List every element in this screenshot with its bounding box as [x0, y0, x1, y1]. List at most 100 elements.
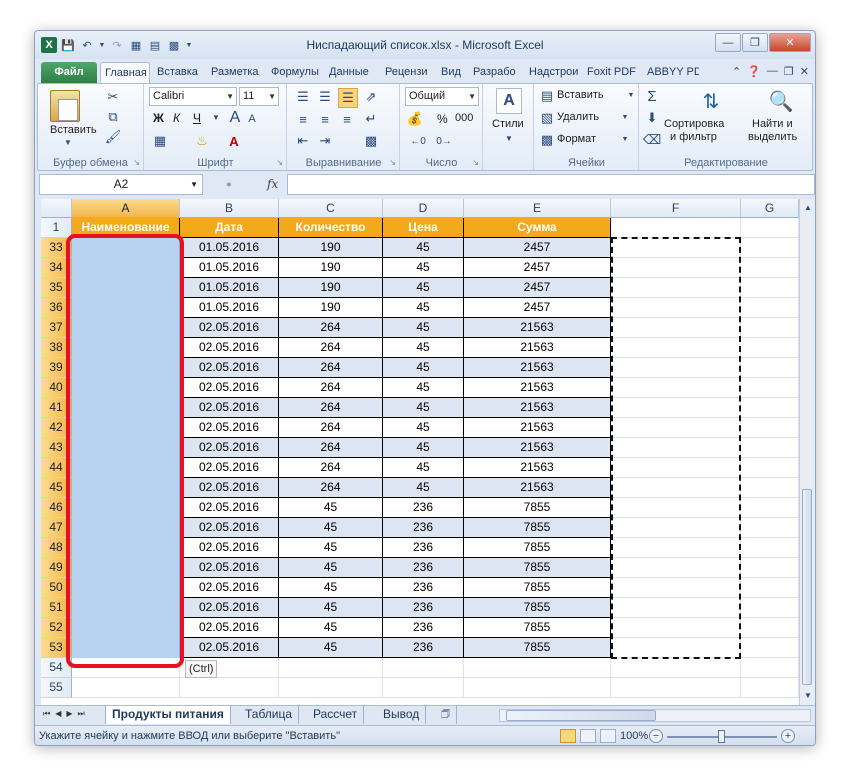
table-cell[interactable]: 02.05.2016 [180, 538, 279, 558]
select-all-corner[interactable] [41, 199, 72, 218]
find-select-button-line2[interactable]: выделить [748, 131, 797, 143]
tab-data[interactable]: Данные [325, 62, 379, 83]
delete-dropdown-icon[interactable]: ▼ [621, 111, 629, 123]
table-cell[interactable]: 45 [279, 558, 383, 578]
sheet-tab-products[interactable]: Продукты питания [105, 706, 231, 724]
format-dropdown-icon[interactable]: ▼ [621, 133, 629, 145]
tab-page-layout[interactable]: Разметка [207, 62, 265, 83]
empty-cell[interactable] [741, 258, 799, 278]
empty-cell[interactable] [741, 518, 799, 538]
column-header-c[interactable]: C [279, 199, 383, 218]
table-cell[interactable]: 7855 [464, 618, 611, 638]
table-cell[interactable]: 7855 [464, 498, 611, 518]
insert-cells-button[interactable]: Вставить [557, 89, 604, 101]
orientation-icon[interactable]: ⇗ [362, 88, 380, 106]
sheet-tab-output[interactable]: Вывод [377, 706, 427, 724]
column-header-f[interactable]: F [611, 199, 741, 218]
empty-cell[interactable] [741, 498, 799, 518]
table-cell[interactable]: 02.05.2016 [180, 318, 279, 338]
table-cell[interactable]: 45 [383, 378, 464, 398]
table-cell[interactable]: 21563 [464, 318, 611, 338]
empty-cell[interactable] [741, 358, 799, 378]
table-cell[interactable]: 01.05.2016 [180, 278, 279, 298]
empty-cell[interactable] [611, 678, 741, 698]
tab-formulas[interactable]: Формулы [267, 62, 323, 83]
table-cell[interactable]: 264 [279, 418, 383, 438]
table-cell[interactable]: 190 [279, 238, 383, 258]
copy-icon[interactable]: ⧉ [104, 108, 122, 126]
table-cell[interactable]: 02.05.2016 [180, 618, 279, 638]
scroll-up-icon[interactable]: ▲ [802, 201, 814, 213]
table-cell[interactable]: 02.05.2016 [180, 518, 279, 538]
table-cell[interactable]: 01.05.2016 [180, 258, 279, 278]
clipboard-launcher-icon[interactable]: ↘ [133, 158, 140, 167]
styles-icon[interactable]: A [496, 88, 522, 114]
table-cell[interactable]: 21563 [464, 338, 611, 358]
table-cell[interactable]: 01.05.2016 [180, 238, 279, 258]
table-cell[interactable]: 264 [279, 458, 383, 478]
alignment-launcher-icon[interactable]: ↘ [389, 158, 396, 167]
help-icon[interactable]: ❓ [747, 65, 761, 78]
autosum-icon[interactable]: Σ [644, 88, 660, 105]
column-header-b[interactable]: B [180, 199, 279, 218]
scroll-down-icon[interactable]: ▼ [802, 689, 814, 701]
empty-cell[interactable] [741, 378, 799, 398]
table-cell[interactable]: 264 [279, 398, 383, 418]
empty-cell[interactable] [741, 398, 799, 418]
table-cell[interactable]: 2457 [464, 278, 611, 298]
table-cell[interactable]: 02.05.2016 [180, 458, 279, 478]
zoom-out-icon[interactable]: − [649, 729, 663, 743]
name-box[interactable]: A2 ▼ [39, 174, 203, 195]
page-break-view-icon[interactable] [600, 729, 616, 743]
sheet-tab-calculation[interactable]: Рассчет [307, 706, 365, 724]
empty-cell[interactable] [741, 678, 799, 698]
table-cell[interactable]: 2457 [464, 258, 611, 278]
borders-icon[interactable]: ▦ [151, 132, 169, 150]
decrease-decimal-icon[interactable]: 0→ [435, 132, 453, 150]
table-cell[interactable]: 236 [383, 498, 464, 518]
table-cell[interactable]: 7855 [464, 538, 611, 558]
row-header[interactable]: 55 [41, 678, 72, 698]
delete-cells-button[interactable]: Удалить [557, 111, 599, 123]
find-select-icon[interactable]: 🔍 [766, 86, 796, 116]
empty-cell[interactable] [180, 678, 279, 698]
fill-color-icon[interactable]: ♨ [193, 132, 211, 150]
empty-cell[interactable] [72, 678, 180, 698]
table-cell[interactable]: 21563 [464, 458, 611, 478]
table-cell[interactable]: 02.05.2016 [180, 478, 279, 498]
table-cell[interactable]: 02.05.2016 [180, 498, 279, 518]
prev-sheet-icon[interactable]: ◀ [55, 709, 61, 719]
number-launcher-icon[interactable]: ↘ [472, 158, 479, 167]
thousands-button[interactable]: 000 [455, 112, 473, 124]
decrease-indent-icon[interactable]: ⇤ [294, 132, 312, 150]
minimize-button[interactable]: — [715, 33, 741, 52]
font-launcher-icon[interactable]: ↘ [276, 158, 283, 167]
table-cell[interactable]: 236 [383, 558, 464, 578]
format-painter-icon[interactable]: 🖌 [104, 128, 122, 146]
insert-cells-icon[interactable]: ▤ [539, 88, 555, 104]
empty-cell[interactable] [383, 658, 464, 678]
table-cell[interactable]: 45 [383, 358, 464, 378]
table-cell[interactable]: 45 [279, 498, 383, 518]
table-cell[interactable]: 45 [383, 278, 464, 298]
empty-cell[interactable] [741, 338, 799, 358]
empty-cell[interactable] [741, 558, 799, 578]
find-select-button[interactable]: Найти и [752, 118, 793, 130]
empty-cell[interactable] [383, 678, 464, 698]
horizontal-scrollbar[interactable] [499, 709, 811, 722]
next-sheet-icon[interactable]: ▶ [66, 709, 72, 719]
table-cell[interactable]: 7855 [464, 558, 611, 578]
align-bottom-icon[interactable]: ☰ [338, 88, 358, 108]
table-cell[interactable]: 45 [279, 518, 383, 538]
table-cell[interactable]: 45 [383, 478, 464, 498]
bold-button[interactable]: Ж [153, 111, 164, 125]
format-cells-button[interactable]: Формат [557, 133, 596, 145]
table-cell[interactable]: 236 [383, 598, 464, 618]
table-cell[interactable]: 7855 [464, 578, 611, 598]
doc-minimize-icon[interactable]: — [767, 65, 778, 78]
table-cell[interactable]: 236 [383, 538, 464, 558]
table-cell[interactable]: 02.05.2016 [180, 598, 279, 618]
column-header-e[interactable]: E [464, 199, 611, 218]
paste-options-button[interactable]: (Ctrl) [185, 660, 218, 678]
tab-addins[interactable]: Надстрои [525, 62, 581, 83]
